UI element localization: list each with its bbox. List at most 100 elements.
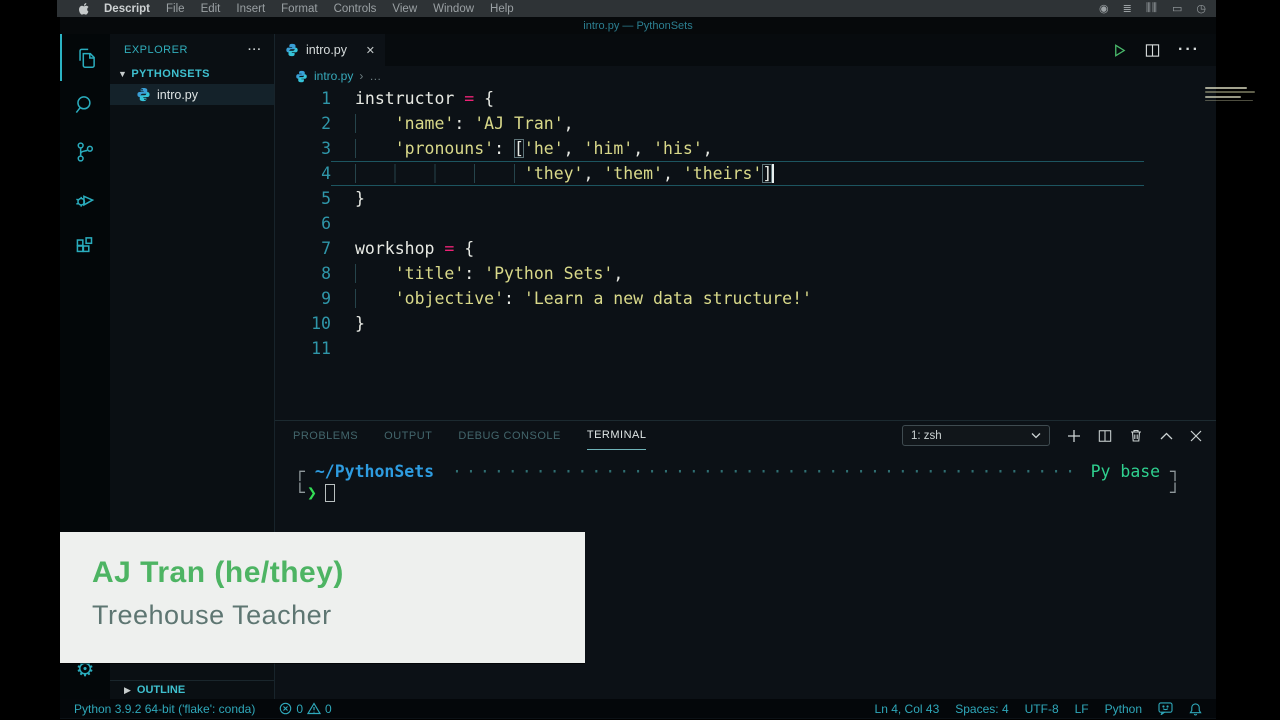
folder-pythonsets[interactable]: ▼ PYTHONSETS (110, 64, 274, 84)
status-item-ln-4-col-43[interactable]: Ln 4, Col 43 (875, 702, 940, 716)
code-text: 'they', 'them', 'theirs'] (355, 161, 774, 186)
minimap[interactable] (1203, 86, 1265, 110)
terminal-prompt-line-2: └ ❯ ┘ (295, 482, 1180, 503)
record-icon[interactable]: ◉ (1099, 2, 1109, 15)
apple-icon[interactable] (79, 3, 90, 15)
problems-status[interactable]: 0 0 (279, 702, 331, 716)
error-icon (279, 702, 292, 715)
code-editor[interactable]: 1instructor = {2 'name': 'AJ Tran',3 'pr… (275, 86, 1216, 361)
python-file-icon (295, 70, 308, 83)
window-titlebar[interactable]: intro.py — PythonSets (60, 17, 1216, 34)
status-right: Ln 4, Col 43 Spaces: 4 UTF-8 LF Python (875, 702, 1202, 716)
code-line-10[interactable]: 10} (275, 311, 1216, 336)
maximize-panel-icon[interactable] (1160, 432, 1173, 440)
error-count: 0 (296, 702, 303, 716)
code-line-9[interactable]: 9 'objective': 'Learn a new data structu… (275, 286, 1216, 311)
extensions-icon[interactable] (60, 222, 110, 269)
status-item-lf[interactable]: LF (1075, 702, 1089, 716)
split-editor-icon[interactable] (1145, 43, 1160, 58)
sidebar-title: EXPLORER (124, 44, 188, 56)
menu-item-help[interactable]: Help (490, 3, 514, 15)
code-line-8[interactable]: 8 'title': 'Python Sets', (275, 261, 1216, 286)
code-line-4[interactable]: 4 'they', 'them', 'theirs'] (275, 161, 1216, 186)
menu-item-file[interactable]: File (166, 3, 185, 15)
file-item-intro-py[interactable]: intro.py (110, 84, 274, 105)
code-text: instructor = { (355, 86, 494, 111)
split-terminal-icon[interactable] (1098, 429, 1112, 443)
line-number: 9 (275, 286, 331, 311)
transcript-icon[interactable]: ≣ (1123, 2, 1132, 15)
menu-item-controls[interactable]: Controls (334, 3, 377, 15)
breadcrumb-separator: › (359, 69, 363, 83)
terminal[interactable]: ┌ ~/PythonSets ·························… (295, 461, 1180, 503)
python-file-icon (136, 87, 151, 102)
outline-label: OUTLINE (137, 684, 185, 696)
panel-header: PROBLEMS OUTPUT DEBUG CONSOLE TERMINAL 1: z… (275, 421, 1216, 450)
run-debug-icon[interactable] (60, 175, 110, 222)
python-file-icon (285, 43, 299, 57)
warning-count: 0 (325, 702, 332, 716)
terminal-shell-select[interactable]: 1: zsh (902, 425, 1050, 446)
prompt-fill-dots: ········································… (452, 461, 1073, 482)
lower-third-card: AJ Tran (he/they) Treehouse Teacher (60, 532, 585, 663)
tab-close-icon[interactable]: ✕ (366, 44, 375, 57)
code-line-2[interactable]: 2 'name': 'AJ Tran', (275, 111, 1216, 136)
clock-icon[interactable]: ◷ (1196, 2, 1206, 15)
code-line-3[interactable]: 3 'pronouns': ['he', 'him', 'his', (275, 136, 1216, 161)
sidebar-more-icon[interactable]: ··· (248, 44, 262, 56)
terminal-cursor (325, 484, 335, 502)
levels-icon[interactable]: ⫼⫼ (1146, 2, 1158, 15)
battery-icon[interactable]: ▭ (1172, 2, 1182, 15)
code-text: 'objective': 'Learn a new data structure… (355, 286, 812, 311)
panel-tab-problems[interactable]: PROBLEMS (293, 421, 358, 450)
menu-item-view[interactable]: View (392, 3, 417, 15)
tab-bar: intro.py ✕ ··· (275, 34, 1216, 66)
editor-actions: ··· (1112, 34, 1216, 66)
breadcrumb-more[interactable]: … (369, 69, 381, 83)
breadcrumb[interactable]: intro.py › … (275, 66, 1216, 86)
prompt-corner: └ (295, 482, 305, 503)
status-item-spaces-4[interactable]: Spaces: 4 (955, 702, 1008, 716)
notifications-bell-icon[interactable] (1189, 702, 1202, 716)
more-actions-icon[interactable]: ··· (1178, 41, 1200, 59)
panel-tab-terminal[interactable]: TERMINAL (587, 421, 647, 450)
prompt-arrow: ❯ (307, 482, 317, 503)
outline-section[interactable]: ▶ OUTLINE (110, 680, 274, 699)
prompt-corner: ┐ (1170, 461, 1180, 482)
feedback-smiley-icon[interactable] (1158, 702, 1173, 715)
source-control-icon[interactable] (60, 128, 110, 175)
python-interpreter-status[interactable]: Python 3.9.2 64-bit ('flake': conda) (74, 702, 255, 716)
run-button[interactable] (1112, 43, 1127, 58)
line-number: 8 (275, 261, 331, 286)
menu-item-window[interactable]: Window (433, 3, 474, 15)
code-line-7[interactable]: 7workshop = { (275, 236, 1216, 261)
search-icon[interactable] (60, 81, 110, 128)
tab-intro-py[interactable]: intro.py ✕ (275, 34, 385, 66)
panel-tab-output[interactable]: OUTPUT (384, 421, 432, 450)
code-line-5[interactable]: 5} (275, 186, 1216, 211)
code-text: 'pronouns': ['he', 'him', 'his', (355, 136, 713, 161)
panel-tab-debug-console[interactable]: DEBUG CONSOLE (458, 421, 560, 450)
status-item-utf-8[interactable]: UTF-8 (1025, 702, 1059, 716)
new-terminal-icon[interactable] (1067, 429, 1081, 443)
menu-item-format[interactable]: Format (281, 3, 317, 15)
menu-app-name[interactable]: Descript (104, 3, 150, 15)
line-number: 6 (275, 211, 331, 236)
code-line-11[interactable]: 11 (275, 336, 1216, 361)
menu-item-edit[interactable]: Edit (201, 3, 221, 15)
menubar-status-icons: ◉ ≣ ⫼⫼ ▭ ◷ (1099, 2, 1206, 15)
kill-terminal-trash-icon[interactable] (1129, 428, 1143, 443)
folder-label: PYTHONSETS (131, 68, 210, 80)
code-line-6[interactable]: 6 (275, 211, 1216, 236)
line-number: 5 (275, 186, 331, 211)
terminal-prompt-line-1: ┌ ~/PythonSets ·························… (295, 461, 1180, 482)
code-text: } (355, 311, 365, 336)
close-panel-icon[interactable] (1190, 430, 1202, 442)
sidebar-header: EXPLORER ··· (110, 34, 274, 64)
breadcrumb-file[interactable]: intro.py (314, 69, 353, 83)
explorer-icon[interactable] (60, 34, 110, 81)
code-line-1[interactable]: 1instructor = { (275, 86, 1216, 111)
conda-env-label: Py base (1081, 461, 1170, 482)
status-item-python[interactable]: Python (1105, 702, 1142, 716)
menu-item-insert[interactable]: Insert (236, 3, 265, 15)
